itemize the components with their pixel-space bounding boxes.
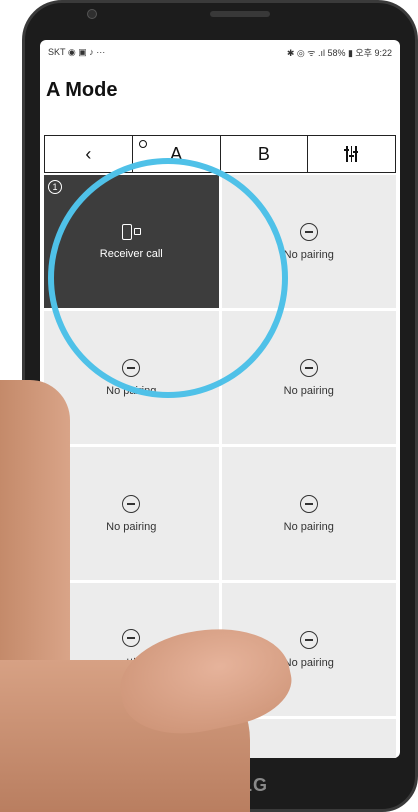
minus-circle-icon bbox=[299, 630, 318, 649]
camera-icon bbox=[87, 9, 97, 19]
back-chevron-icon: ‹ bbox=[85, 143, 92, 164]
cell-label: No pairing bbox=[283, 656, 334, 669]
minus-circle-icon bbox=[299, 222, 318, 241]
grid-cell-5[interactable]: No pairing bbox=[44, 447, 219, 580]
minus-circle-icon bbox=[122, 628, 141, 647]
status-right: ✱ ◎ ᯤ .ıl 58% ▮ 오후 9:22 bbox=[286, 47, 392, 58]
minus-circle-icon bbox=[299, 358, 318, 377]
cell-label: No pairing bbox=[283, 384, 334, 397]
cell-label: No pairing bbox=[106, 520, 157, 533]
tab-bar: ‹ A B bbox=[44, 135, 396, 173]
page-title: A Mode bbox=[46, 79, 118, 101]
cell-label: No pairing bbox=[283, 520, 334, 533]
minus-circle-icon bbox=[122, 494, 141, 513]
tab-b[interactable]: B bbox=[221, 136, 309, 172]
minus-circle-icon bbox=[299, 494, 318, 513]
status-bar: SKT ◉ ▣ ♪ ··· ✱ ◎ ᯤ .ıl 58% ▮ 오후 9:22 bbox=[40, 40, 400, 64]
back-button[interactable]: ‹ bbox=[45, 136, 133, 172]
tab-b-label: B bbox=[257, 143, 270, 164]
settings-button[interactable] bbox=[308, 136, 395, 172]
grid-cell-6[interactable]: No pairing bbox=[221, 447, 396, 580]
earpiece bbox=[210, 11, 270, 17]
indicator-dot-icon bbox=[138, 140, 147, 148]
status-left: SKT ◉ ▣ ♪ ··· bbox=[48, 46, 106, 57]
highlight-circle bbox=[48, 158, 288, 398]
cell-label: No pairing bbox=[283, 248, 334, 261]
sliders-icon bbox=[344, 146, 358, 162]
number-badge: 1 bbox=[48, 180, 62, 194]
